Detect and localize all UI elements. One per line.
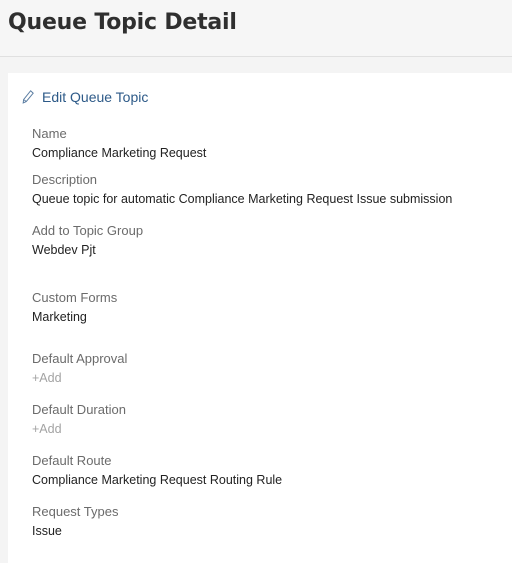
description-label: Description <box>32 172 98 187</box>
name-label: Name <box>32 126 67 141</box>
request-types-label: Request Types <box>32 504 119 519</box>
edit-queue-topic-label: Edit Queue Topic <box>42 89 149 105</box>
description-field: Description Queue topic for automatic Co… <box>32 172 452 207</box>
default-route-value: Compliance Marketing Request Routing Rul… <box>32 473 283 487</box>
custom-forms-field: Custom Forms Marketing <box>32 290 117 325</box>
default-approval-label: Default Approval <box>32 351 128 366</box>
page-header: Queue Topic Detail <box>0 0 512 57</box>
default-duration-field: Default Duration +Add <box>32 402 126 437</box>
name-field: Name Compliance Marketing Request <box>32 126 206 161</box>
custom-forms-value: Marketing <box>32 310 87 324</box>
topic-group-value: Webdev Pjt <box>32 243 96 257</box>
default-approval-field: Default Approval +Add <box>32 351 127 386</box>
default-route-field: Default Route Compliance Marketing Reque… <box>32 453 282 488</box>
default-duration-label: Default Duration <box>32 402 126 417</box>
default-approval-add-link[interactable]: +Add <box>32 370 127 386</box>
default-route-label: Default Route <box>32 453 112 468</box>
topic-group-field: Add to Topic Group Webdev Pjt <box>32 223 143 258</box>
pencil-icon <box>22 90 34 104</box>
default-duration-add-link[interactable]: +Add <box>32 421 126 437</box>
custom-forms-label: Custom Forms <box>32 290 118 305</box>
page-title: Queue Topic Detail <box>8 10 237 35</box>
topic-group-label: Add to Topic Group <box>32 223 144 238</box>
request-types-field: Request Types Issue <box>32 504 118 539</box>
request-types-value: Issue <box>32 524 62 538</box>
description-value: Queue topic for automatic Compliance Mar… <box>32 192 453 206</box>
name-value: Compliance Marketing Request <box>32 146 207 160</box>
detail-panel: Edit Queue Topic Name Compliance Marketi… <box>8 73 512 563</box>
edit-queue-topic-link[interactable]: Edit Queue Topic <box>22 89 148 105</box>
